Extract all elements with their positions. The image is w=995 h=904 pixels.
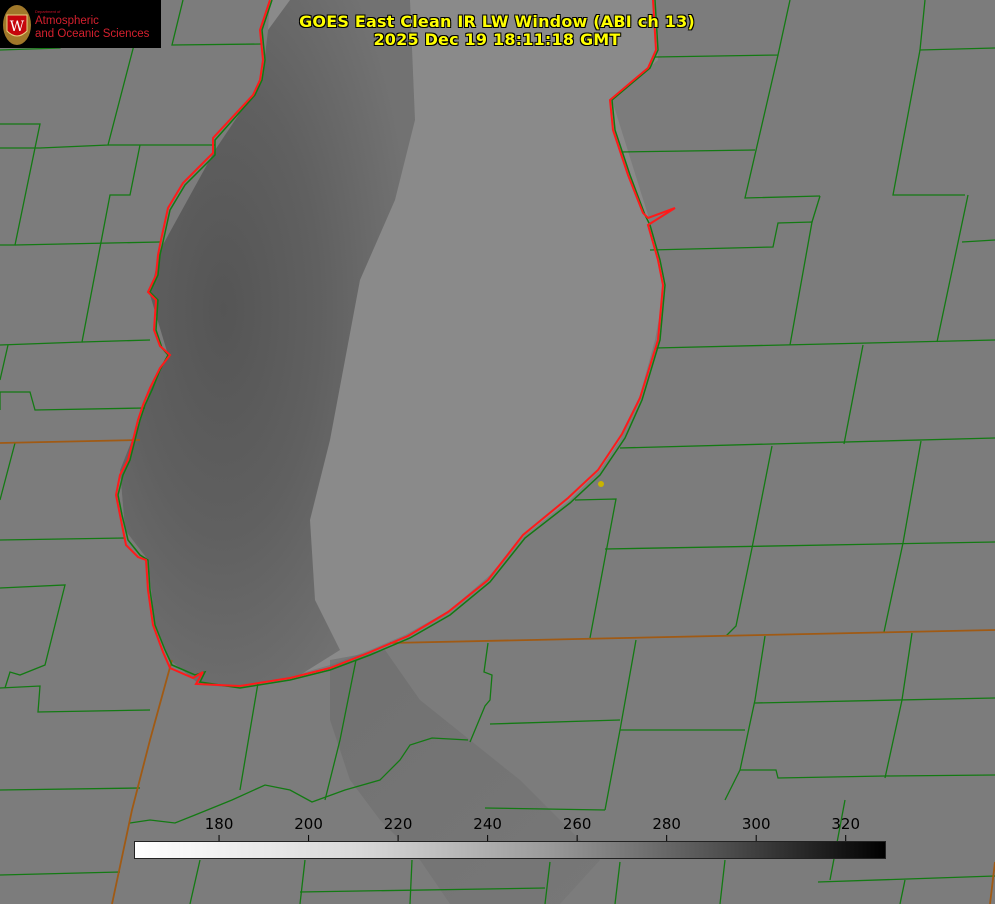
colorbar-tick-label: 280 — [652, 815, 681, 833]
uw-seal-icon: W — [3, 5, 31, 45]
logo-line-2: and Oceanic Sciences — [35, 28, 150, 40]
map-canvas — [0, 0, 995, 904]
colorbar-tick-label: 320 — [831, 815, 861, 833]
colorbar-tick-label: 180 — [204, 815, 234, 833]
colorbar — [134, 841, 886, 859]
image-timestamp: 2025 Dec 19 18:11:18 GMT — [373, 30, 621, 49]
logo-line-1: Atmospheric — [35, 15, 99, 27]
satellite-image-viewer: W Department of Atmospheric and Oceanic … — [0, 0, 995, 904]
logo-dept-text: Department of — [35, 9, 61, 14]
colorbar-tick-label: 220 — [383, 815, 413, 833]
colorbar-tick-label: 260 — [562, 815, 592, 833]
colorbar-tick-label: 300 — [741, 815, 771, 833]
colorbar-tick-label: 240 — [473, 815, 502, 833]
location-marker — [598, 481, 604, 487]
colorbar-tick-label: 200 — [294, 815, 323, 833]
svg-text:W: W — [10, 19, 25, 35]
image-title: GOES East Clean IR LW Window (ABI ch 13) — [299, 12, 695, 31]
aos-logo: W Department of Atmospheric and Oceanic … — [0, 0, 161, 48]
